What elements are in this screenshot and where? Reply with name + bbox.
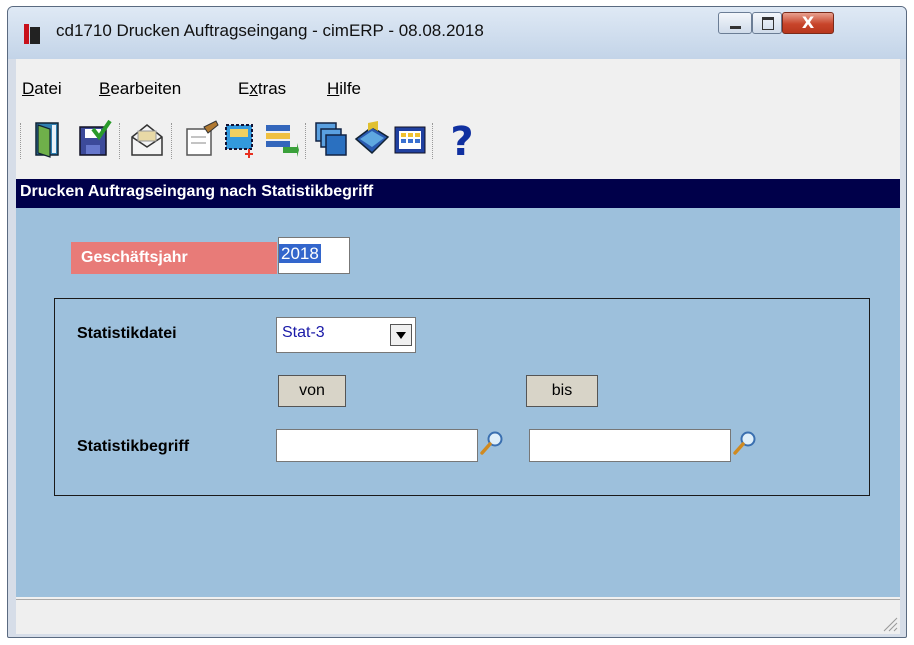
menu-bar: Datei Bearbeiten Extras Hilfe — [16, 77, 900, 103]
statistikbegriff-bis-input[interactable] — [529, 429, 731, 462]
chevron-down-icon[interactable] — [390, 324, 412, 346]
geschaeftsjahr-label: Geschäftsjahr — [71, 242, 277, 274]
statistikbegriff-label: Statistikbegriff — [77, 438, 190, 455]
title-bar[interactable]: cd1710 Drucken Auftragseingang - cimERP … — [8, 7, 906, 59]
app-window: cd1710 Drucken Auftragseingang - cimERP … — [7, 6, 907, 638]
search-icon[interactable] — [480, 430, 504, 456]
exit-door-icon[interactable] — [32, 119, 68, 159]
toolbar-separator — [432, 123, 436, 159]
app-icon[interactable] — [24, 24, 40, 44]
window-title: cd1710 Drucken Auftragseingang - cimERP … — [56, 21, 484, 40]
toolbar-separator — [20, 123, 24, 159]
book-icon[interactable] — [354, 119, 390, 159]
geschaeftsjahr-input[interactable]: 2018 — [278, 237, 350, 274]
svg-text:?: ? — [450, 119, 473, 159]
statistikdatei-label: Statistikdatei — [77, 325, 177, 342]
minimize-button[interactable] — [718, 12, 752, 34]
form-header: Drucken Auftragseingang nach Statistikbe… — [16, 179, 900, 208]
mail-icon[interactable] — [129, 119, 165, 159]
toolbar-separator — [171, 123, 175, 159]
form-title: Drucken Auftragseingang nach Statistikbe… — [20, 183, 374, 200]
statistikbegriff-von-input[interactable] — [276, 429, 478, 462]
statistikdatei-value: Stat-3 — [282, 324, 325, 341]
status-bar — [16, 599, 900, 634]
von-header: von — [278, 375, 346, 407]
toolbar-separator — [119, 123, 123, 159]
windows-icon[interactable] — [314, 119, 350, 159]
maximize-button[interactable] — [752, 12, 782, 34]
statistikdatei-select[interactable]: Stat-3 — [276, 317, 416, 353]
menu-extras[interactable]: Extras — [238, 79, 286, 99]
grid-icon[interactable] — [393, 119, 429, 159]
close-icon: X — [801, 13, 815, 32]
menu-hilfe[interactable]: Hilfe — [327, 79, 361, 99]
close-button[interactable]: X — [782, 12, 834, 34]
search-icon[interactable] — [733, 430, 757, 456]
new-selection-icon[interactable] — [222, 119, 258, 159]
edit-form-icon[interactable] — [184, 119, 220, 159]
help-icon[interactable]: ? — [444, 119, 480, 159]
geschaeftsjahr-value: 2018 — [279, 244, 321, 263]
menu-datei[interactable]: Datei — [22, 79, 62, 99]
form-panel: Drucken Auftragseingang nach Statistikbe… — [16, 179, 900, 597]
save-icon[interactable] — [77, 119, 113, 159]
toolbar-separator — [305, 123, 309, 159]
menu-bearbeiten[interactable]: Bearbeiten — [99, 79, 181, 99]
client-area: Datei Bearbeiten Extras Hilfe ? Drucken … — [16, 59, 900, 634]
transfer-list-icon[interactable] — [263, 119, 299, 159]
minimize-icon — [730, 26, 741, 29]
resize-grip-icon[interactable] — [880, 614, 898, 632]
toolbar: ? — [16, 113, 900, 173]
bis-header: bis — [526, 375, 598, 407]
maximize-icon — [762, 17, 774, 30]
